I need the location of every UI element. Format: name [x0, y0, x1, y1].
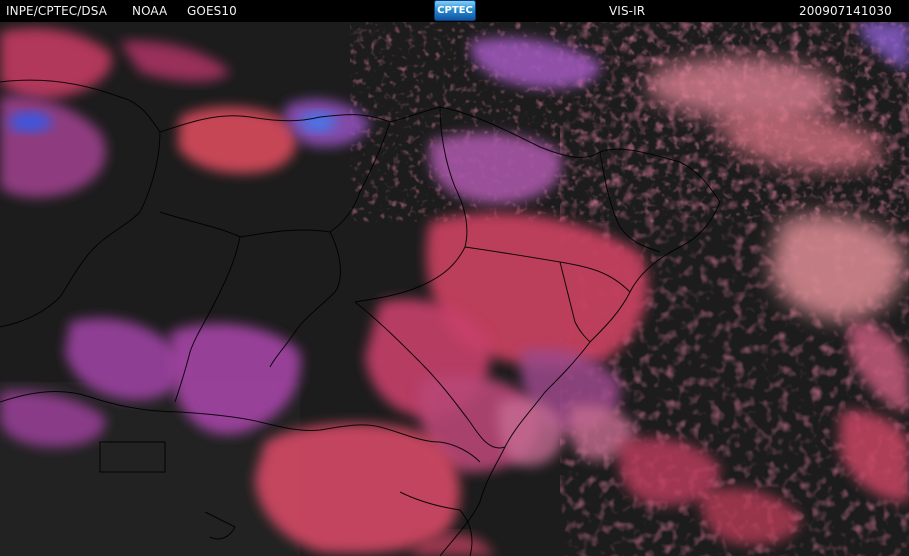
product-label: VIS-IR: [609, 4, 646, 18]
cloud-south-large: [255, 423, 460, 554]
satellite-map: [0, 22, 909, 556]
cloud-cold-top-center: [300, 112, 336, 132]
satellite-label: GOES10: [187, 4, 237, 18]
source-label: INPE/CPTEC/DSA: [6, 4, 108, 18]
agency-label: NOAA: [132, 4, 168, 18]
satellite-map-canvas: [0, 22, 909, 556]
logo-text: CPTEC: [437, 5, 473, 16]
image-header-bar: INPE/CPTEC/DSA NOAA GOES10 CPTEC VIS-IR …: [0, 0, 909, 22]
satellite-image-viewer: INPE/CPTEC/DSA NOAA GOES10 CPTEC VIS-IR …: [0, 0, 909, 556]
timestamp-label: 200907141030: [799, 4, 892, 18]
cptec-logo: CPTEC: [434, 0, 476, 21]
cloud-cold-top-nw: [8, 112, 52, 132]
